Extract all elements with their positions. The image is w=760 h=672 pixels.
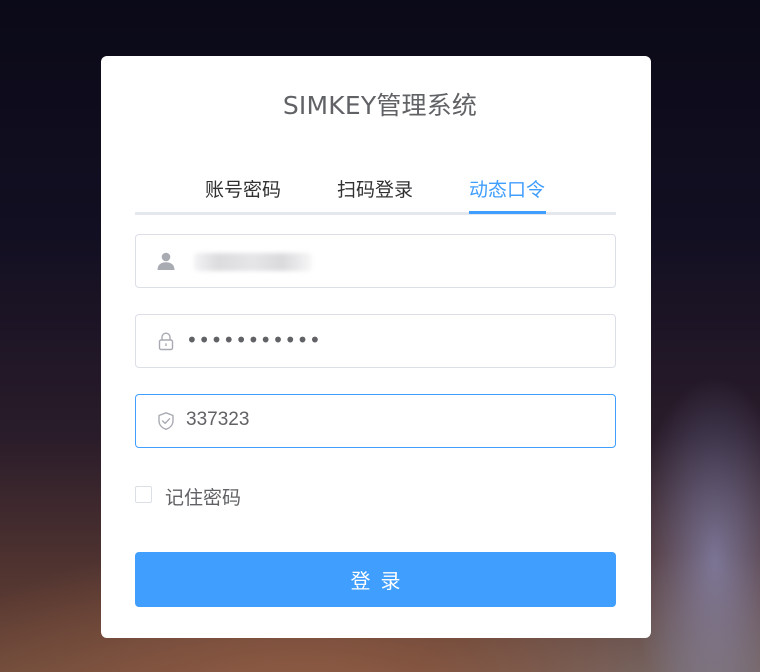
remember-label[interactable]: 记住密码 bbox=[165, 483, 241, 510]
otp-field[interactable]: 337323 bbox=[135, 394, 616, 448]
tab-account-password[interactable]: 账号密码 bbox=[205, 175, 281, 212]
lock-icon bbox=[156, 331, 176, 351]
page-title: SIMKEY管理系统 bbox=[282, 91, 478, 120]
login-button[interactable]: 登录 bbox=[135, 552, 616, 607]
tab-qr-login[interactable]: 扫码登录 bbox=[337, 175, 413, 212]
shield-check-icon bbox=[156, 411, 176, 431]
tab-dynamic-token[interactable]: 动态口令 bbox=[469, 175, 545, 212]
password-field[interactable]: ••••••••••• bbox=[135, 314, 616, 368]
username-field[interactable] bbox=[135, 234, 616, 288]
username-value-redacted bbox=[194, 253, 312, 271]
otp-value: 337323 bbox=[186, 409, 250, 430]
password-value: ••••••••••• bbox=[186, 328, 322, 352]
user-icon bbox=[156, 251, 176, 271]
remember-checkbox[interactable] bbox=[135, 486, 152, 503]
active-tab-indicator bbox=[469, 211, 546, 214]
